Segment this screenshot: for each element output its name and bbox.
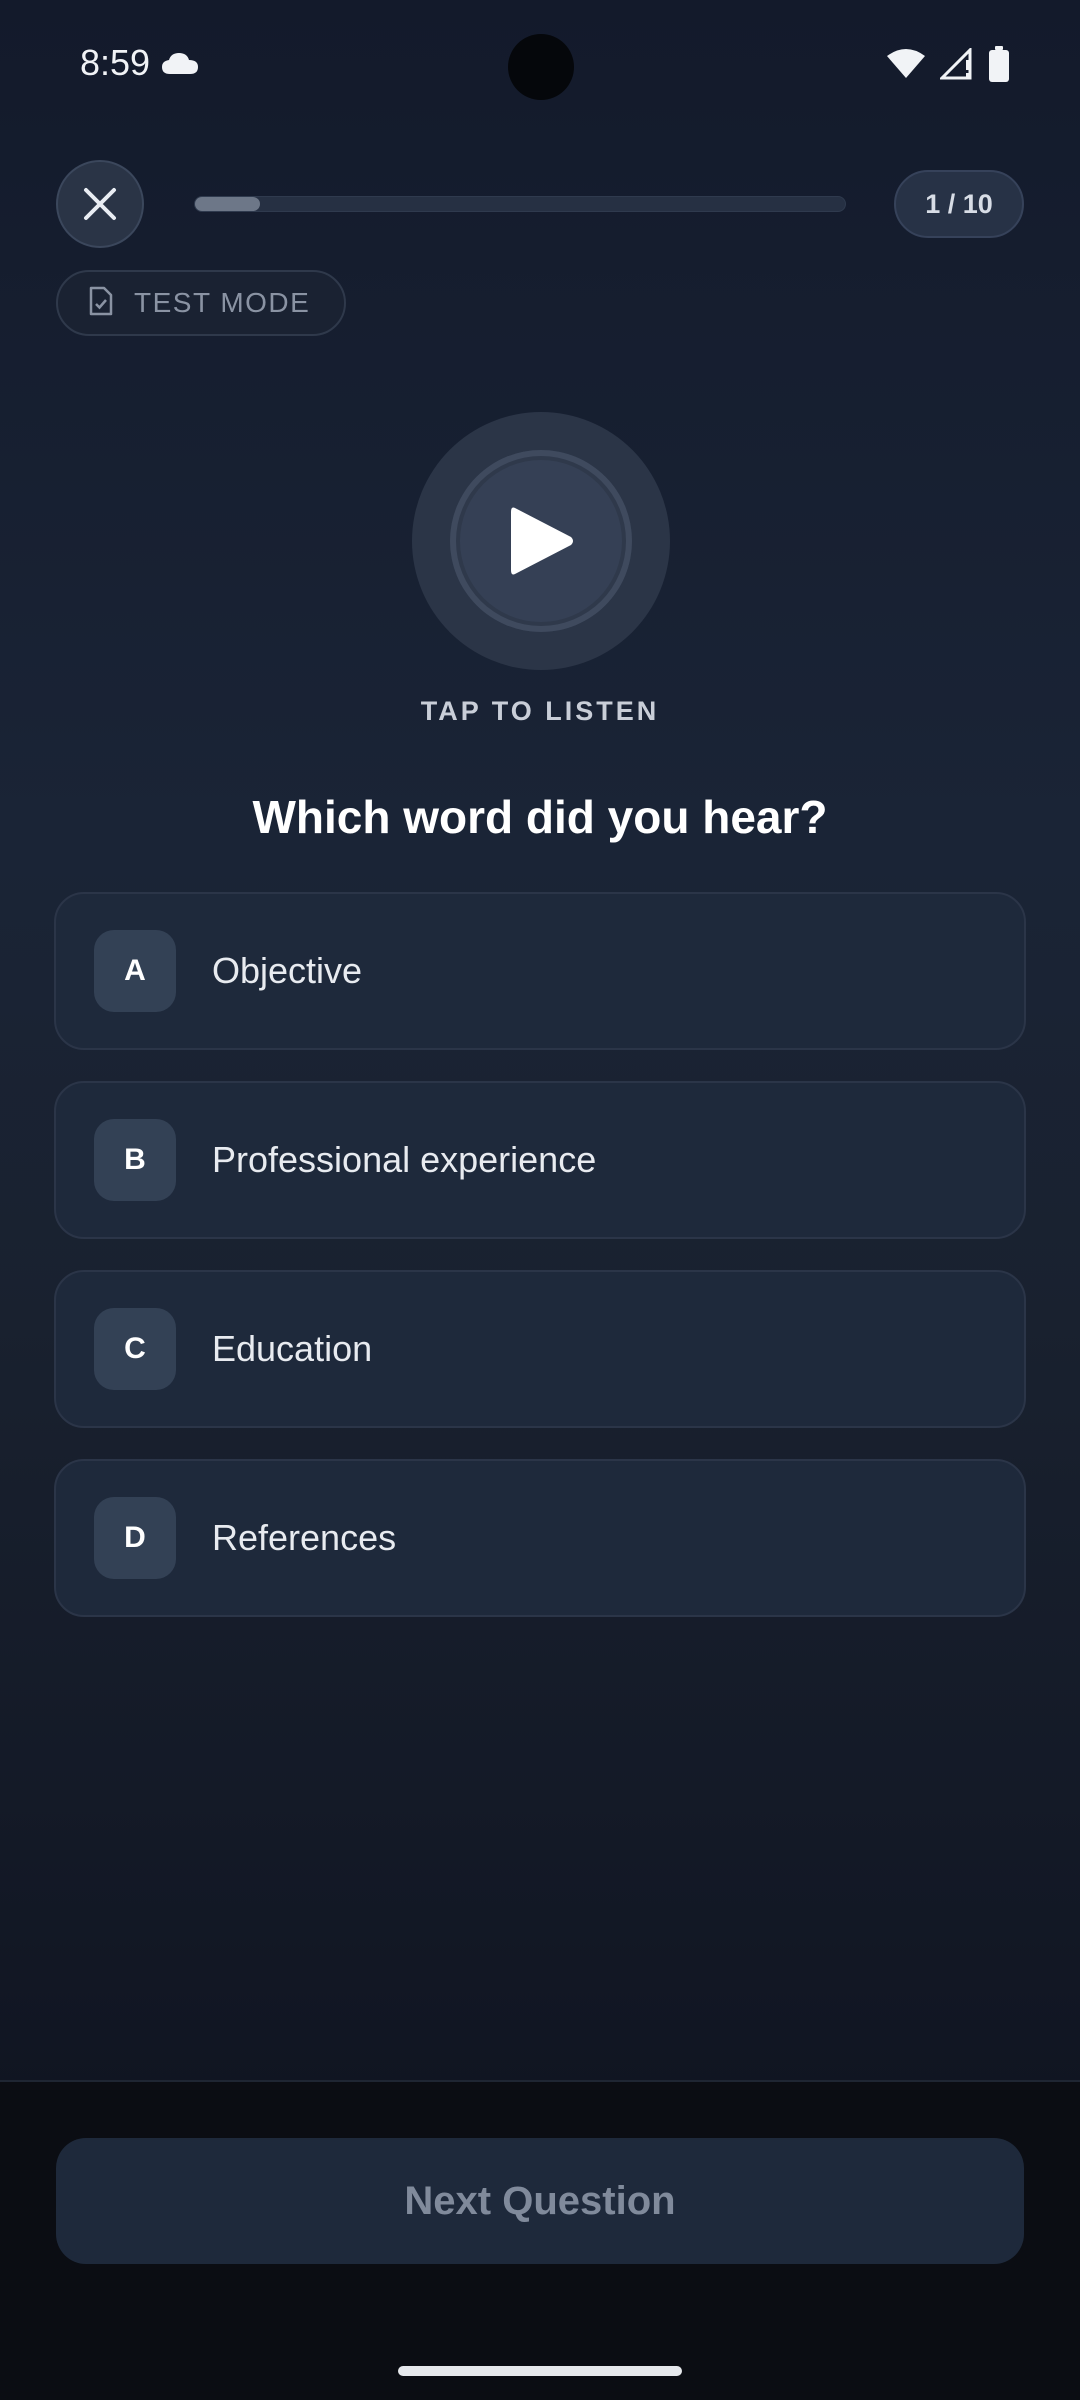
option-letter: B <box>94 1119 176 1201</box>
close-icon <box>84 188 116 220</box>
option-letter: A <box>94 930 176 1012</box>
option-a[interactable]: A Objective <box>54 892 1026 1050</box>
option-c[interactable]: C Education <box>54 1270 1026 1428</box>
option-text: Professional experience <box>212 1139 597 1180</box>
home-indicator[interactable] <box>398 2366 682 2376</box>
option-letter: D <box>94 1497 176 1579</box>
wifi-icon <box>886 48 926 85</box>
close-button[interactable] <box>56 160 144 248</box>
play-audio-button[interactable] <box>412 412 670 670</box>
battery-icon <box>988 46 1010 87</box>
test-mode-label: TEST MODE <box>134 287 311 318</box>
question-counter: 1 / 10 <box>894 170 1024 238</box>
progress-fill <box>195 197 260 211</box>
option-text: Education <box>212 1328 373 1369</box>
cloud-icon <box>160 50 200 81</box>
option-text: References <box>212 1517 397 1558</box>
option-text: Objective <box>212 950 363 991</box>
option-b[interactable]: B Professional experience <box>54 1081 1026 1239</box>
play-icon <box>511 507 573 575</box>
signal-icon <box>938 46 974 85</box>
front-camera <box>508 34 574 100</box>
next-question-button[interactable]: Next Question <box>56 2138 1024 2264</box>
question-text: Which word did you hear? <box>252 791 828 843</box>
status-icons <box>886 46 1010 87</box>
option-letter: C <box>94 1308 176 1390</box>
test-mode-badge: TEST MODE <box>56 270 347 336</box>
tap-to-listen-label: TAP TO LISTEN <box>420 696 660 726</box>
document-check-icon <box>88 286 114 321</box>
option-d[interactable]: D References <box>54 1459 1026 1617</box>
play-button-inner <box>450 450 632 632</box>
progress-bar <box>194 196 846 212</box>
status-time: 8:59 <box>80 42 151 83</box>
